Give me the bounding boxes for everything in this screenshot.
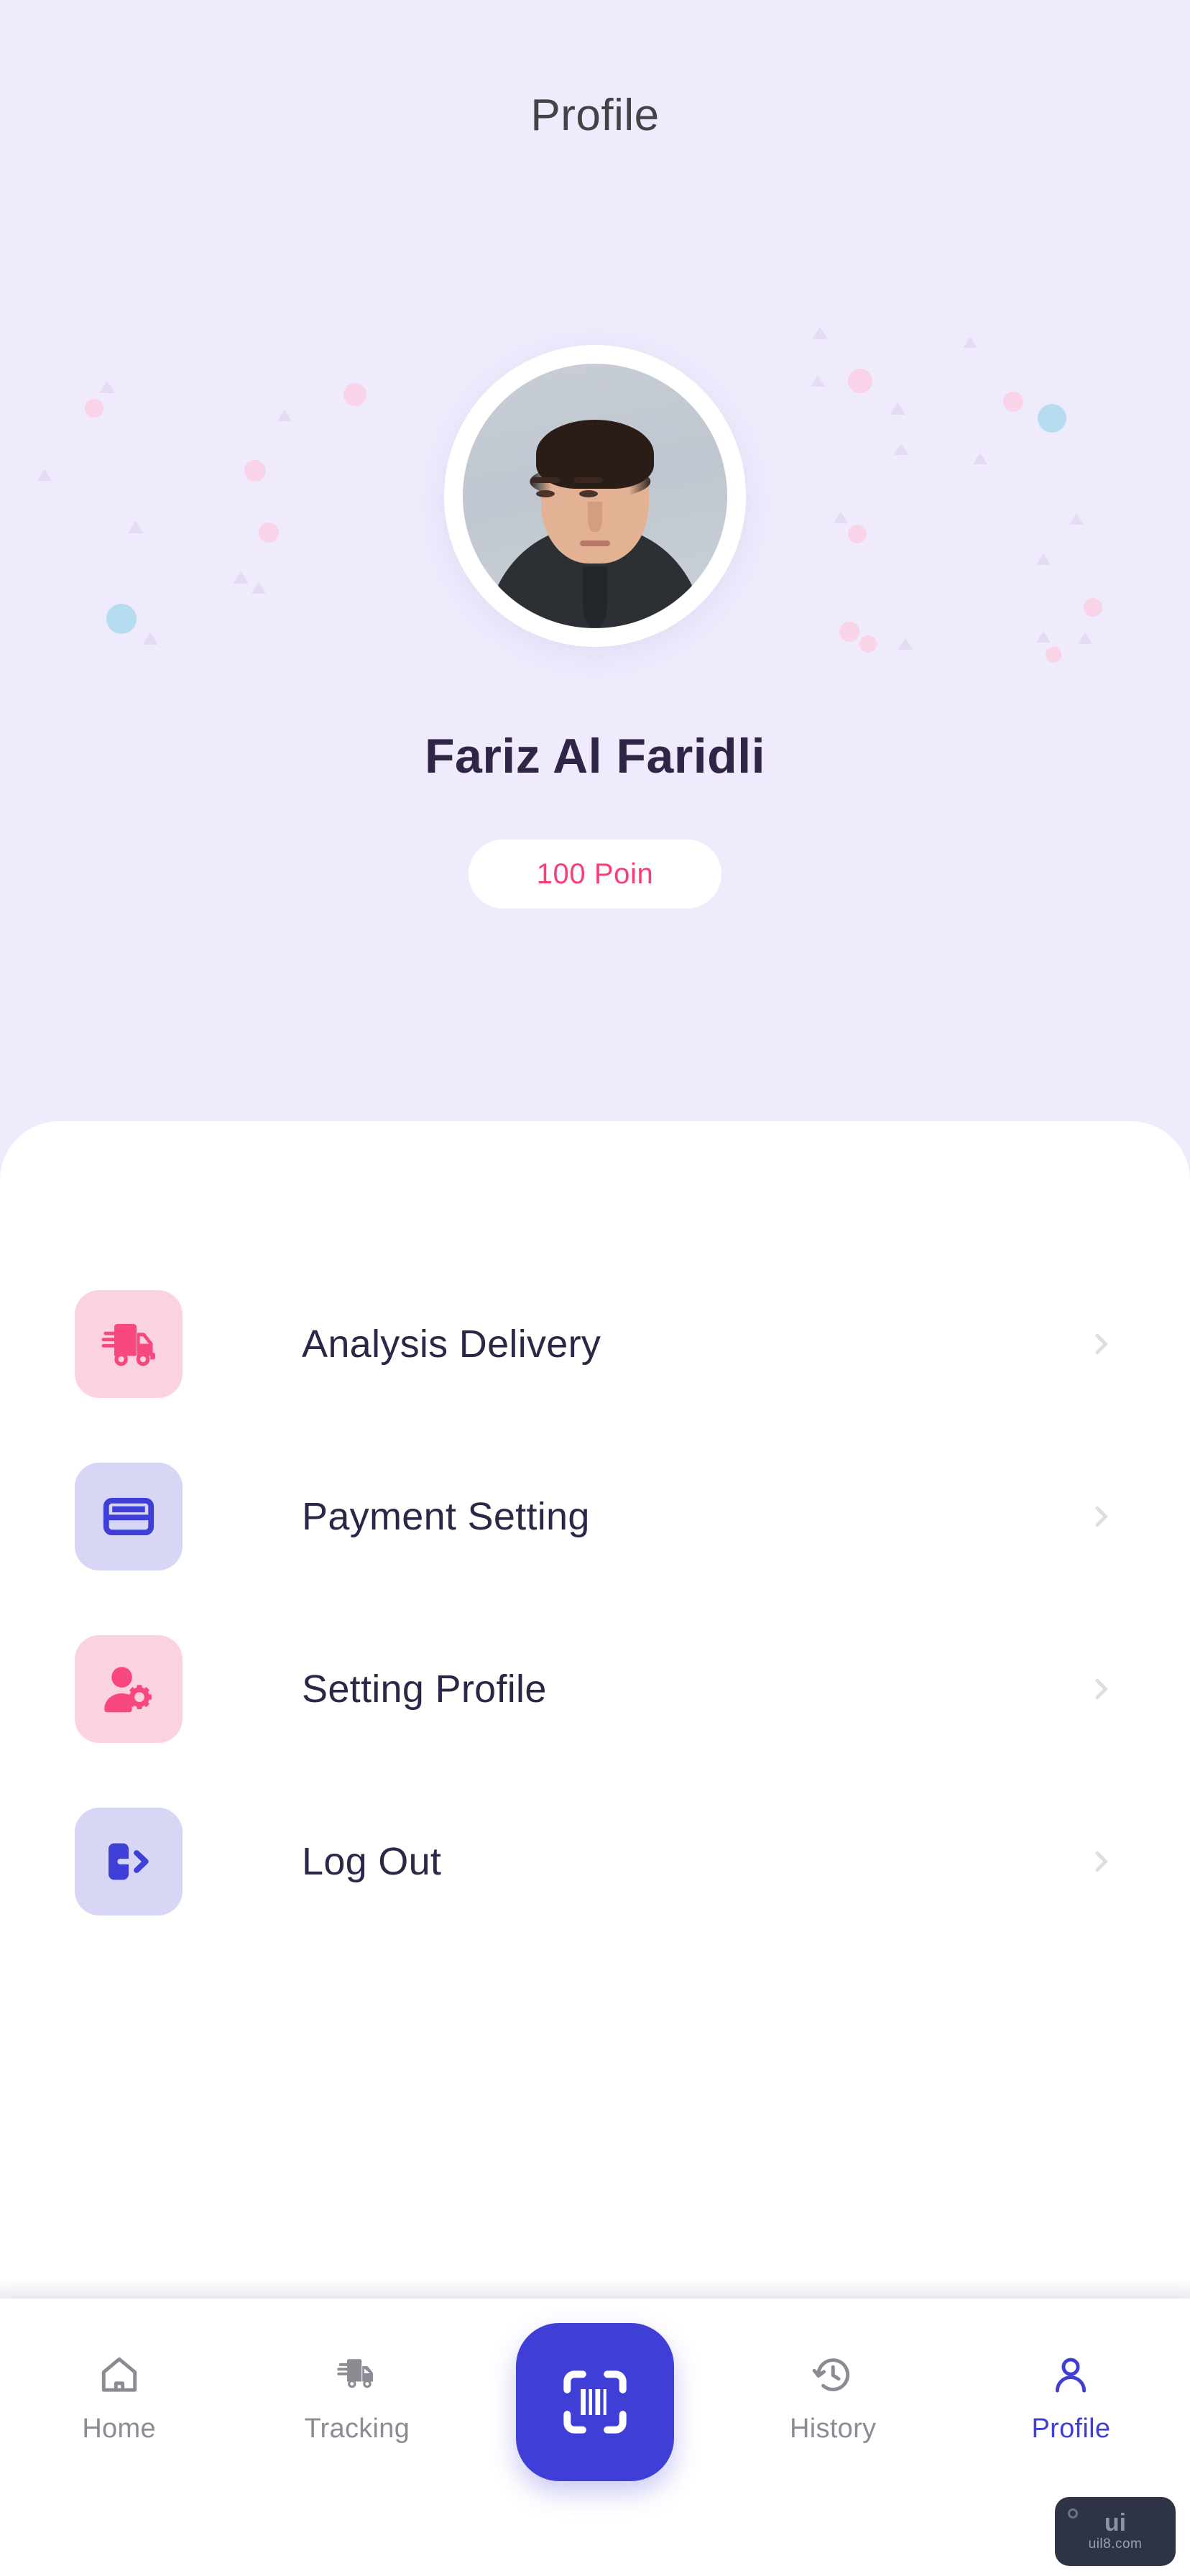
menu-item-log-out[interactable]: Log Out [0,1775,1190,1948]
history-clock-icon [812,2358,850,2391]
decor-triangle [1036,553,1051,565]
page-title: Profile [530,91,660,140]
nav-item-history[interactable]: History [714,2299,952,2444]
delivery-truck-icon [75,1290,183,1398]
decor-triangle [973,453,987,464]
nav-item-label: Tracking [304,2414,410,2444]
profile-header: Profile Fariz Al Faridli 100 Poin [0,0,1190,1150]
nav-item-tracking[interactable]: Tracking [238,2299,476,2444]
nav-item-label: History [790,2414,877,2444]
decor-triangle [890,402,905,415]
decor-circle [1084,598,1102,617]
decor-triangle [277,410,292,421]
menu-item-label: Setting Profile [302,1668,547,1711]
menu-item-setting-profile[interactable]: Setting Profile [0,1603,1190,1775]
chevron-right-icon [1095,1506,1108,1527]
chevron-right-icon [1095,1678,1108,1700]
nav-divider [0,2278,1190,2299]
decor-circle [1003,392,1023,412]
avatar-photo [463,364,727,628]
decor-triangle [898,638,913,650]
decor-triangle [1069,513,1084,525]
profile-screen: Profile Fariz Al Faridli 100 Poin Analys… [0,0,1190,2576]
logout-icon [75,1808,183,1915]
home-icon [101,2357,137,2392]
decor-triangle [812,327,828,339]
menu-item-analysis-delivery[interactable]: Analysis Delivery [0,1258,1190,1430]
bottom-navigation: Home Tracking History Profile ui uil8.co… [0,2299,1190,2576]
decor-circle [1046,647,1061,663]
watermark-badge: ui uil8.com [1055,2497,1176,2566]
nav-item-label: Home [82,2414,156,2444]
credit-card-icon [75,1463,183,1570]
chevron-right-icon [1095,1851,1108,1872]
decor-circle [839,622,859,642]
decor-triangle [252,582,266,594]
decor-triangle [99,381,115,393]
menu-item-label: Log Out [302,1840,442,1883]
profile-name: Fariz Al Faridli [424,729,765,783]
decor-triangle [834,512,848,523]
nav-center-slot [476,2299,714,2481]
decor-circle [1038,404,1066,433]
decor-circle [848,369,872,393]
decor-circle [259,523,279,543]
points-label: 100 Poin [536,857,654,890]
nav-item-label: Profile [1031,2414,1111,2444]
decor-circle [343,383,366,406]
decor-circle [106,604,137,634]
user-gear-icon [75,1635,183,1743]
chevron-right-icon [1095,1333,1108,1355]
nav-item-profile[interactable]: Profile [952,2299,1190,2444]
avatar[interactable] [444,345,746,647]
decor-triangle [963,336,977,348]
menu-sheet: Analysis Delivery Payment Setting Settin… [0,1121,1190,2286]
decor-triangle [37,469,52,481]
decor-triangle [233,571,249,584]
barcode-scan-button[interactable] [516,2323,674,2481]
barcode-scan-icon [563,2370,627,2434]
menu-list: Analysis Delivery Payment Setting Settin… [0,1258,1190,1948]
decor-circle [244,460,266,482]
nav-item-home[interactable]: Home [0,2299,238,2444]
decor-triangle [142,632,158,645]
points-badge[interactable]: 100 Poin [469,840,721,908]
person-icon [1056,2358,1087,2393]
decor-triangle [1036,631,1051,643]
decor-triangle [894,443,908,455]
decor-circle [85,399,103,418]
decor-triangle [128,521,144,533]
menu-item-label: Payment Setting [302,1495,590,1538]
decor-triangle [1078,632,1092,644]
watermark-main: ui [1104,2509,1127,2536]
decor-triangle [811,375,825,387]
decor-circle [859,635,877,653]
menu-item-payment-setting[interactable]: Payment Setting [0,1430,1190,1603]
menu-item-label: Analysis Delivery [302,1322,601,1366]
watermark-sub: uil8.com [1088,2536,1143,2552]
truck-icon [337,2359,373,2388]
decor-circle [848,525,867,543]
watermark-dot-icon [1068,2508,1078,2518]
